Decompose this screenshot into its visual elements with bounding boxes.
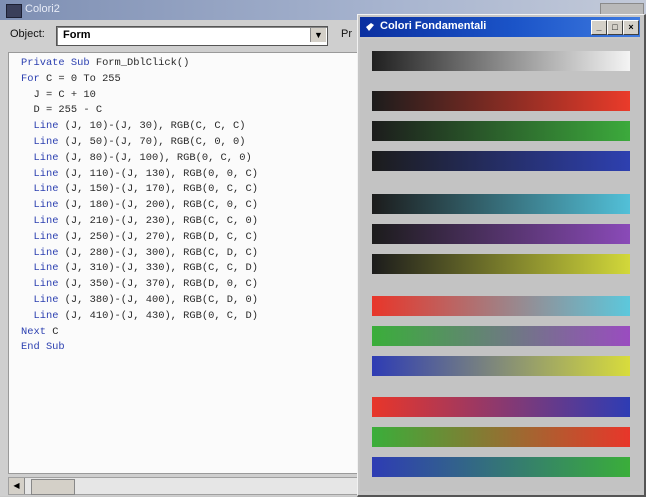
horizontal-scrollbar[interactable]: ◀ <box>8 477 362 495</box>
code-line: Line (J, 210)-(J, 230), RGB(C, C, 0) <box>33 214 258 227</box>
scroll-thumb[interactable] <box>31 479 75 495</box>
gradient-bar <box>372 296 630 316</box>
object-label: Object: <box>10 28 45 40</box>
code-line: Line (J, 10)-(J, 30), RGB(C, C, C) <box>33 120 246 133</box>
gradient-bar <box>372 224 630 244</box>
code-line: Line (J, 110)-(J, 130), RGB(0, 0, C) <box>33 167 258 180</box>
code-line: Line (J, 380)-(J, 400), RGB(C, D, 0) <box>33 293 258 306</box>
palette-client-area <box>360 39 640 491</box>
code-line: Line (J, 80)-(J, 100), RGB(0, C, 0) <box>33 151 252 164</box>
code-line: Line (J, 350)-(J, 370), RGB(D, 0, C) <box>33 278 258 291</box>
palette-window: Colori Fondamentali _ □ × <box>357 14 646 497</box>
gradient-bar <box>372 397 630 417</box>
gradient-bar <box>372 91 630 111</box>
minimize-button[interactable]: _ <box>591 20 607 35</box>
gradient-bar <box>372 194 630 214</box>
gradient-bar <box>372 151 630 171</box>
gradient-bar <box>372 254 630 274</box>
maximize-button[interactable]: □ <box>607 20 623 35</box>
code-editor[interactable]: Private Sub Form_DblClick() For C = 0 To … <box>8 52 362 474</box>
gradient-bar <box>372 121 630 141</box>
code-line: Next C <box>21 325 59 338</box>
code-line: Line (J, 410)-(J, 430), RGB(0, C, D) <box>33 309 258 322</box>
form-icon <box>366 23 374 31</box>
gradient-bar <box>372 356 630 376</box>
gradient-bar <box>372 457 630 477</box>
gradient-bar <box>372 51 630 71</box>
code-line: Line (J, 280)-(J, 300), RGB(C, D, C) <box>33 246 258 259</box>
proc-label: Pr <box>341 28 352 40</box>
code-line: J = C + 10 <box>21 88 96 101</box>
gradient-bar <box>372 326 630 346</box>
code-line: Line (J, 180)-(J, 200), RGB(C, 0, C) <box>33 199 258 212</box>
code-line: Line (J, 150)-(J, 170), RGB(0, C, C) <box>33 183 258 196</box>
code-line: Line (J, 50)-(J, 70), RGB(C, 0, 0) <box>33 135 246 148</box>
code-line: Line (J, 250)-(J, 270), RGB(D, C, C) <box>33 230 258 243</box>
code-line: D = 255 - C <box>21 104 103 117</box>
object-dropdown[interactable]: Form ▼ <box>56 26 328 46</box>
scroll-left-icon[interactable]: ◀ <box>9 478 25 494</box>
code-lines: Private Sub Form_DblClick() For C = 0 To … <box>21 56 258 356</box>
code-window-title: Colori2 <box>25 3 60 15</box>
code-line: For C = 0 To 255 <box>21 72 121 85</box>
code-line: Private Sub Form_DblClick() <box>21 57 190 69</box>
gradient-bar <box>372 427 630 447</box>
close-button[interactable]: × <box>623 20 639 35</box>
code-line: Line (J, 310)-(J, 330), RGB(C, C, D) <box>33 262 258 275</box>
chevron-down-icon[interactable]: ▼ <box>310 28 326 42</box>
palette-window-title: Colori Fondamentali <box>380 20 487 32</box>
code-line: End Sub <box>21 341 65 354</box>
app-icon <box>6 4 22 18</box>
object-dropdown-value: Form <box>63 29 91 41</box>
palette-window-titlebar[interactable]: Colori Fondamentali _ □ × <box>360 17 640 37</box>
